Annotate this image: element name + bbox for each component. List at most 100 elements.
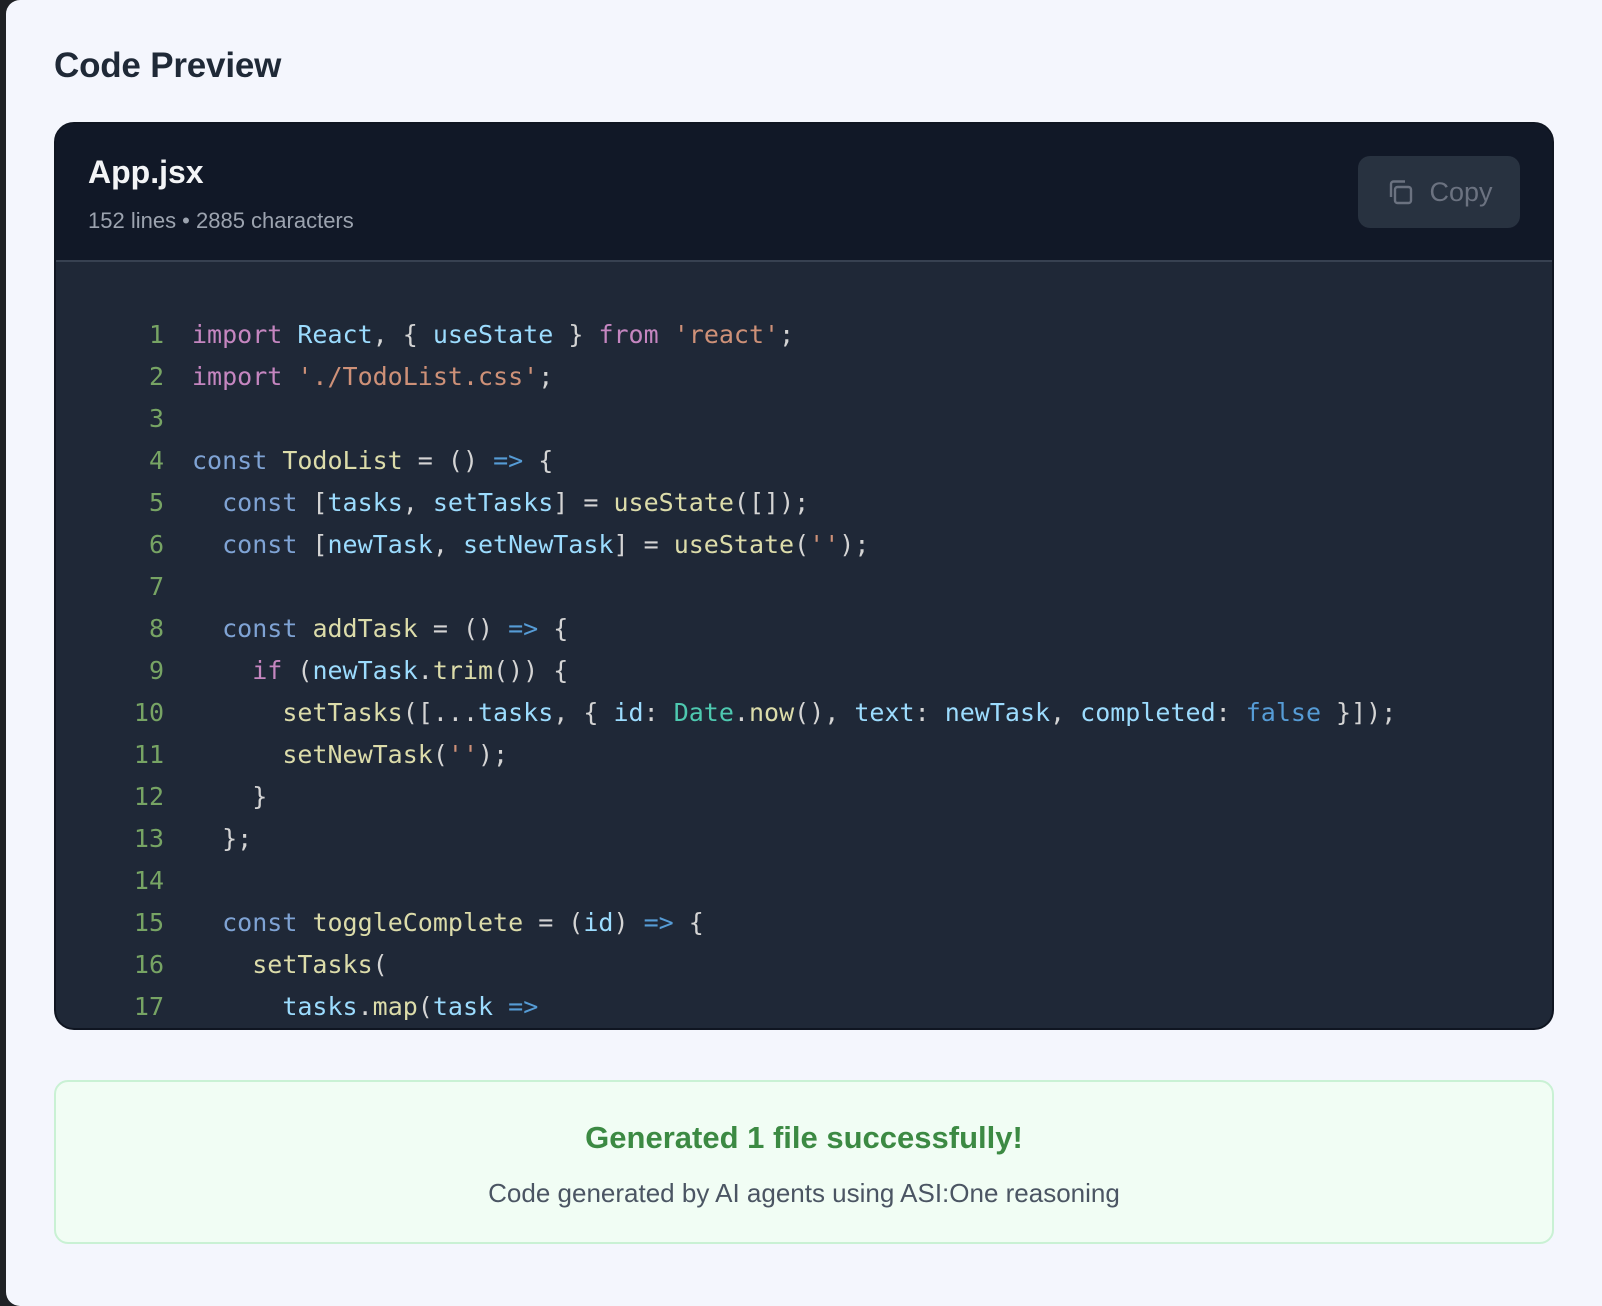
code-line: 7 (56, 566, 1552, 608)
code-token: ; (779, 320, 795, 349)
line-code: const [tasks, setTasks] = useState([]); (192, 482, 809, 524)
line-code: const addTask = () => { (192, 608, 568, 650)
line-code: const TodoList = () => { (192, 440, 553, 482)
code-token: ); (839, 530, 870, 559)
code-token: : (643, 698, 674, 727)
section-title: Code Preview (54, 46, 282, 85)
success-title: Generated 1 file successfully! (585, 1120, 1023, 1155)
line-number: 16 (133, 950, 164, 979)
code-token: = ( (523, 908, 584, 937)
code-content[interactable]: 1 import React, { useState } from 'react'… (56, 262, 1552, 1028)
copy-button[interactable]: Copy (1358, 156, 1520, 228)
code-token: tasks (478, 698, 554, 727)
code-token: { (523, 446, 554, 475)
line-number: 6 (148, 530, 164, 559)
code-token: , (1050, 698, 1081, 727)
code-token: ] = (553, 488, 614, 517)
file-name: App.jsx (88, 154, 204, 190)
code-token: ); (478, 740, 509, 769)
code-token: => (643, 908, 674, 937)
code-token: from (598, 320, 659, 349)
code-line: 13 }; (56, 818, 1552, 860)
code-token: if (252, 656, 283, 685)
code-token: '' (447, 740, 478, 769)
code-token: : (1215, 698, 1246, 727)
code-token: = () (402, 446, 494, 475)
code-token: TodoList (282, 446, 403, 475)
code-token: ([... (402, 698, 478, 727)
code-token: [ (297, 530, 328, 559)
line-code: }; (192, 818, 252, 860)
line-code: tasks.map(task => (192, 986, 538, 1028)
code-token: ] = (613, 530, 674, 559)
code-token: , { (553, 698, 614, 727)
code-preview-panel: Code Preview App.jsx 152 lines • 2885 ch… (6, 0, 1602, 1306)
code-token: newTask (327, 530, 433, 559)
code-token: }]); (1321, 698, 1397, 727)
code-token: ( (282, 656, 313, 685)
line-code: const [newTask, setNewTask] = useState('… (192, 524, 869, 566)
code-line: 12 } (56, 776, 1552, 818)
code-token: . (357, 992, 373, 1021)
code-token: tasks (327, 488, 403, 517)
code-token: const (222, 908, 298, 937)
code-token: [ (297, 488, 328, 517)
code-token: './TodoList.css' (297, 362, 539, 391)
line-number: 7 (148, 572, 164, 601)
code-token: ) (613, 908, 644, 937)
line-code: if (newTask.trim()) { (192, 650, 568, 692)
line-code: } (192, 776, 267, 818)
code-token: ( (432, 740, 448, 769)
code-token: React (297, 320, 373, 349)
code-line: 6 const [newTask, setNewTask] = useState… (56, 524, 1552, 566)
code-token: setNewTask (282, 740, 433, 769)
line-number: 12 (133, 782, 164, 811)
line-number: 13 (133, 824, 164, 853)
line-code: setNewTask(''); (192, 734, 508, 776)
line-code: import React, { useState } from 'react'; (192, 314, 794, 356)
code-token: , (432, 530, 463, 559)
code-token: newTask (312, 656, 418, 685)
code-token: const (222, 530, 298, 559)
code-token: (), (794, 698, 855, 727)
code-line: 14 (56, 860, 1552, 902)
code-line: 4 const TodoList = () => { (56, 440, 1552, 482)
line-number: 15 (133, 908, 164, 937)
code-token: { (538, 614, 569, 643)
code-token: toggleComplete (312, 908, 524, 937)
code-token: map (372, 992, 418, 1021)
code-token: , { (372, 320, 433, 349)
code-token: => (508, 614, 539, 643)
code-line: 8 const addTask = () => { (56, 608, 1552, 650)
line-number: 11 (133, 740, 164, 769)
code-token: import (192, 320, 283, 349)
code-token: . (733, 698, 749, 727)
code-token: => (493, 446, 524, 475)
line-number: 4 (148, 446, 164, 475)
code-token: { (673, 908, 704, 937)
code-token: newTask (944, 698, 1051, 727)
line-number: 2 (148, 362, 164, 391)
code-token: useState (432, 320, 554, 349)
copy-icon (1385, 177, 1415, 207)
code-token: 'react' (673, 320, 780, 349)
code-token: setTasks (282, 698, 403, 727)
code-token: = () (417, 614, 509, 643)
code-token: trim (432, 656, 494, 685)
code-token: setTasks (432, 488, 554, 517)
code-token: setNewTask (462, 530, 614, 559)
code-token: : (914, 698, 945, 727)
code-token: ( (794, 530, 810, 559)
